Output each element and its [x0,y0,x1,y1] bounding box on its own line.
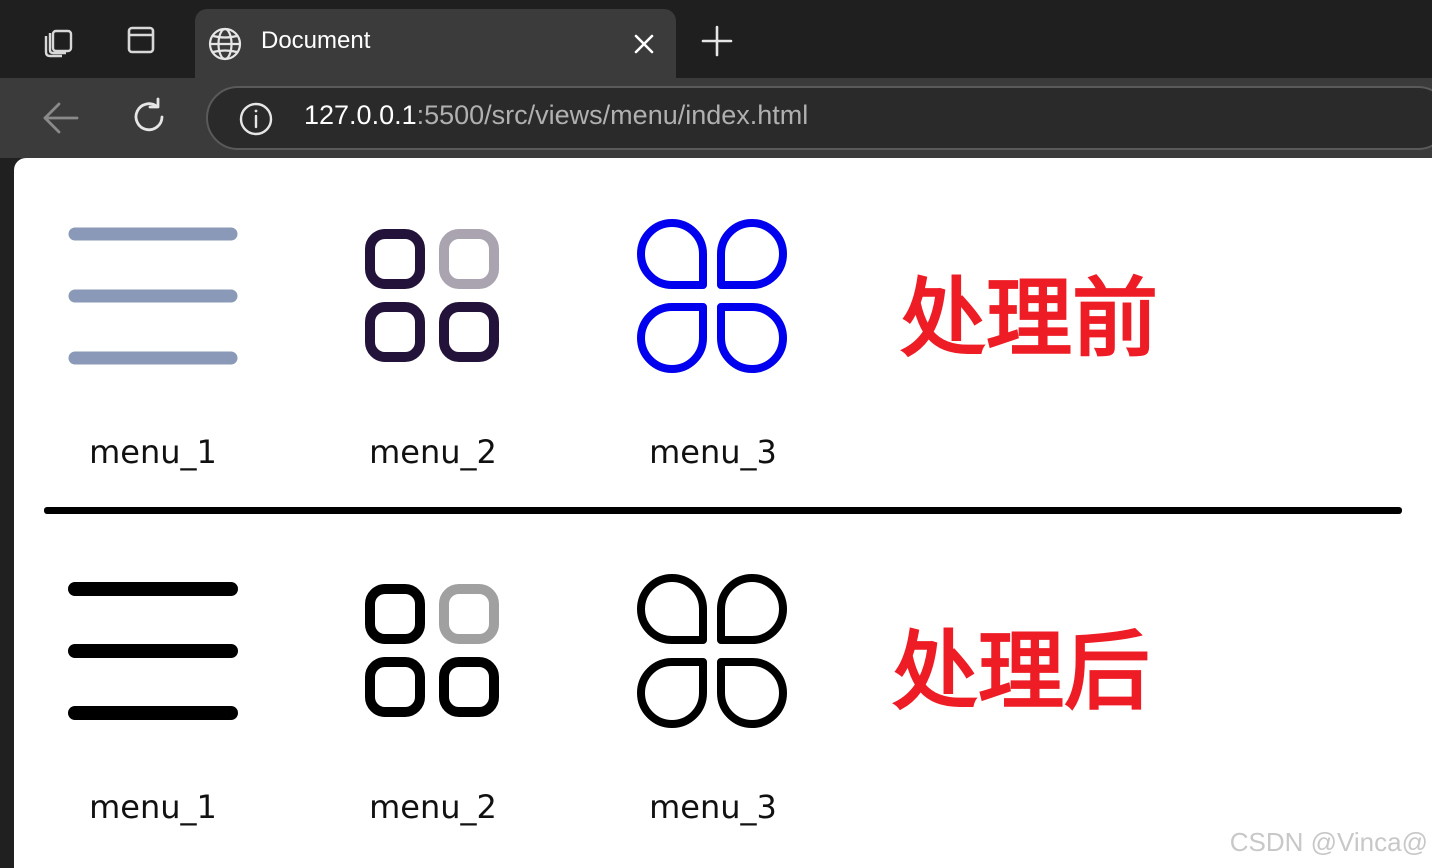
grid-squares-icon [343,203,523,383]
tab-actions-icon[interactable] [121,20,161,60]
grid-square [365,302,425,362]
menu-lines-icon [63,558,243,738]
section-heading-after: 处理后 [892,622,1150,722]
grid-squares-icon [343,558,523,738]
divider [44,507,1402,514]
info-icon[interactable] [238,101,274,141]
page-viewport: menu_1 menu_2 menu_3 处理前 menu_1 menu_2 m… [14,158,1432,868]
grid-square [439,302,499,362]
grid-square [365,584,425,644]
petal [637,658,707,728]
url-text[interactable]: 127.0.0.1:5500/src/views/menu/index.html [304,100,808,131]
menu-label: menu_2 [369,788,497,826]
grid-square [365,229,425,289]
menu-label: menu_1 [89,788,217,826]
workspaces-icon[interactable] [38,20,78,60]
petals-icon [623,558,803,738]
tab-strip: Document [0,0,1432,78]
menu-label: menu_3 [649,433,777,471]
menu-label: menu_3 [649,788,777,826]
url-host: 127.0.0.1 [304,100,417,130]
watermark: CSDN @Vinca@ [1229,827,1428,857]
grid-square [439,229,499,289]
petal [717,658,787,728]
petal [637,219,707,289]
reload-icon[interactable] [128,96,170,142]
petal [637,574,707,644]
petal [637,303,707,373]
petal [717,219,787,289]
tab-document[interactable]: Document [195,9,676,78]
menu-label: menu_1 [89,433,217,471]
petals-icon [623,203,803,383]
grid-square [439,584,499,644]
browser-toolbar: 127.0.0.1:5500/src/views/menu/index.html [0,78,1432,158]
menu-lines-icon [63,203,243,383]
menu-label: menu_2 [369,433,497,471]
new-tab-icon[interactable] [700,24,734,62]
url-path: :5500/src/views/menu/index.html [416,100,809,130]
petal [717,303,787,373]
back-arrow-icon[interactable] [40,98,82,142]
grid-square [439,657,499,717]
close-icon[interactable] [632,32,656,60]
tab-title: Document [261,27,371,54]
grid-square [365,657,425,717]
globe-icon [207,26,243,66]
section-heading-before: 处理前 [900,269,1158,369]
petal [717,574,787,644]
address-bar[interactable]: 127.0.0.1:5500/src/views/menu/index.html [206,86,1432,150]
